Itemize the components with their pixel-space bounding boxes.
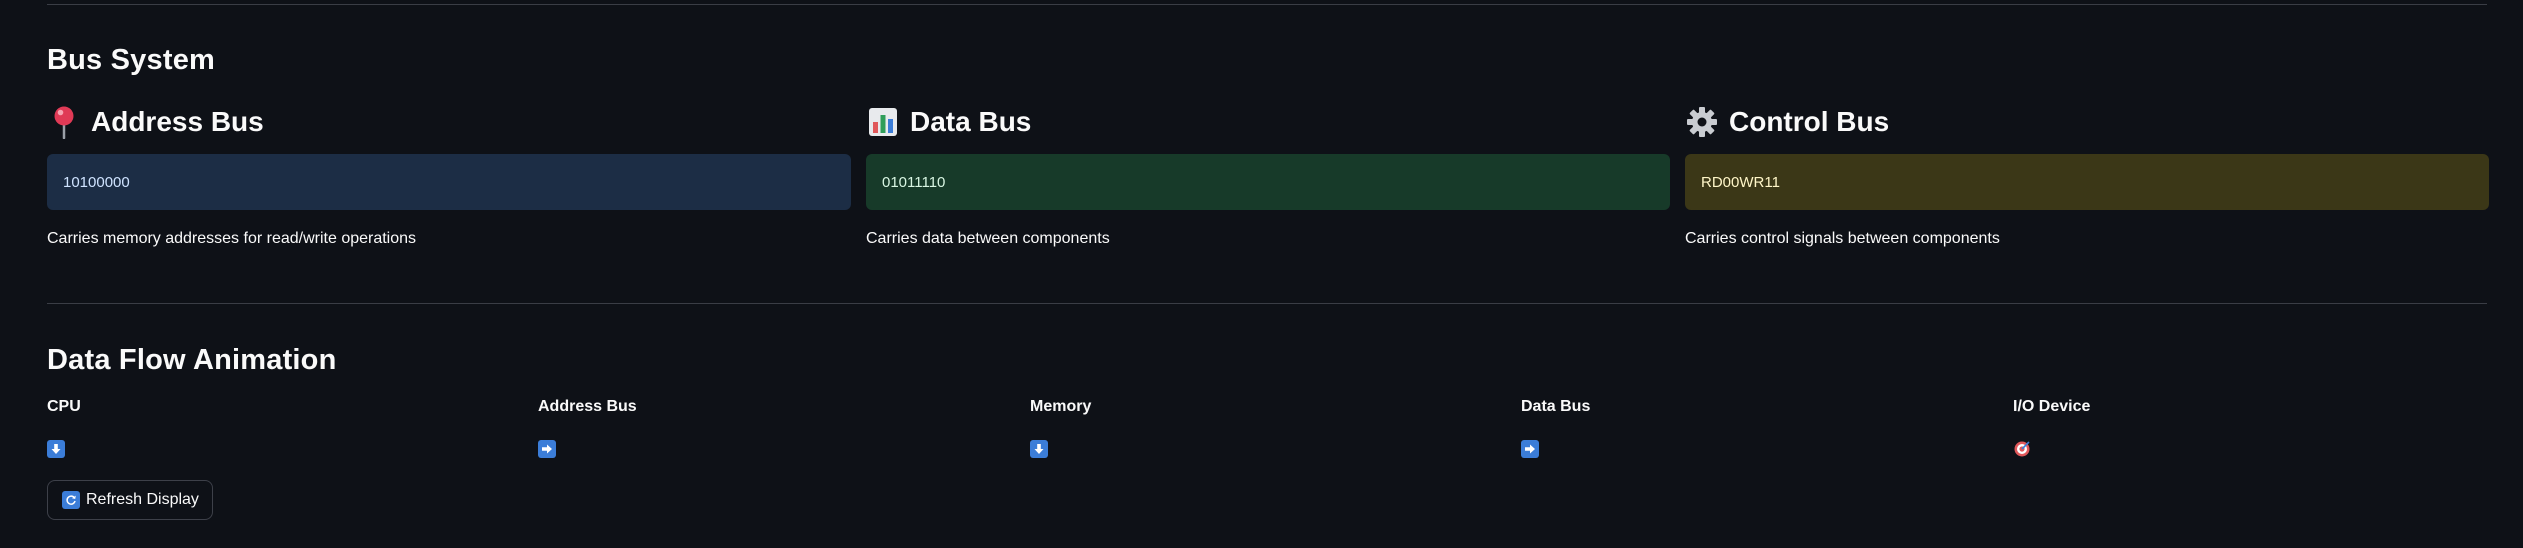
data-bus-description: Carries data between components bbox=[866, 230, 1110, 247]
control-bus-heading: Control Bus bbox=[1685, 100, 2489, 144]
data-bus-heading: Data Bus bbox=[866, 100, 1670, 144]
arrow-down-icon bbox=[47, 440, 65, 458]
control-bus-title: Control Bus bbox=[1729, 106, 1890, 137]
flow-step-label: CPU bbox=[47, 398, 81, 415]
control-bus-value: RD00WR11 bbox=[1701, 173, 1780, 191]
data-bus-title: Data Bus bbox=[910, 106, 1032, 137]
flow-step-cpu: CPU bbox=[47, 398, 527, 458]
flow-step-memory: Memory bbox=[1030, 398, 1510, 458]
data-bus-value-box: 01011110 bbox=[866, 154, 1670, 210]
address-bus-panel: Address Bus 10100000 Carries memory addr… bbox=[47, 100, 851, 248]
flow-step-address-bus: Address Bus bbox=[538, 398, 1018, 458]
target-icon bbox=[2013, 440, 2031, 458]
data-bus-value: 01011110 bbox=[882, 173, 946, 191]
main-content: Bus System Address Bus 10100000 Carries … bbox=[47, 0, 2489, 548]
address-bus-heading: Address Bus bbox=[47, 100, 851, 144]
flow-step-label: Address Bus bbox=[538, 398, 637, 415]
data-flow-title: Data Flow Animation bbox=[47, 344, 337, 376]
arrow-right-icon bbox=[1521, 440, 1539, 458]
refresh-icon bbox=[62, 491, 80, 509]
flow-step-data-bus: Data Bus bbox=[1521, 398, 2001, 458]
refresh-display-label: Refresh Display bbox=[86, 491, 199, 508]
section-divider bbox=[47, 303, 2487, 304]
refresh-display-button[interactable]: Refresh Display bbox=[47, 480, 213, 520]
arrow-right-icon bbox=[538, 440, 556, 458]
control-bus-description: Carries control signals between componen… bbox=[1685, 230, 2000, 247]
flow-step-io-device: I/O Device bbox=[2013, 398, 2493, 458]
control-bus-panel: Control Bus RD00WR11 Carries control sig… bbox=[1685, 100, 2489, 248]
address-bus-value-box: 10100000 bbox=[47, 154, 851, 210]
gear-icon bbox=[1685, 105, 1719, 139]
flow-step-label: I/O Device bbox=[2013, 398, 2091, 415]
pushpin-icon bbox=[47, 105, 81, 139]
bus-system-title: Bus System bbox=[47, 44, 216, 76]
bar-chart-icon bbox=[866, 105, 900, 139]
address-bus-title: Address Bus bbox=[91, 106, 264, 137]
address-bus-value: 10100000 bbox=[63, 173, 130, 191]
address-bus-description: Carries memory addresses for read/write … bbox=[47, 230, 417, 247]
arrow-down-icon bbox=[1030, 440, 1048, 458]
data-bus-panel: Data Bus 01011110 Carries data between c… bbox=[866, 100, 1670, 248]
flow-step-label: Memory bbox=[1030, 398, 1092, 415]
flow-step-label: Data Bus bbox=[1521, 398, 1591, 415]
control-bus-value-box: RD00WR11 bbox=[1685, 154, 2489, 210]
